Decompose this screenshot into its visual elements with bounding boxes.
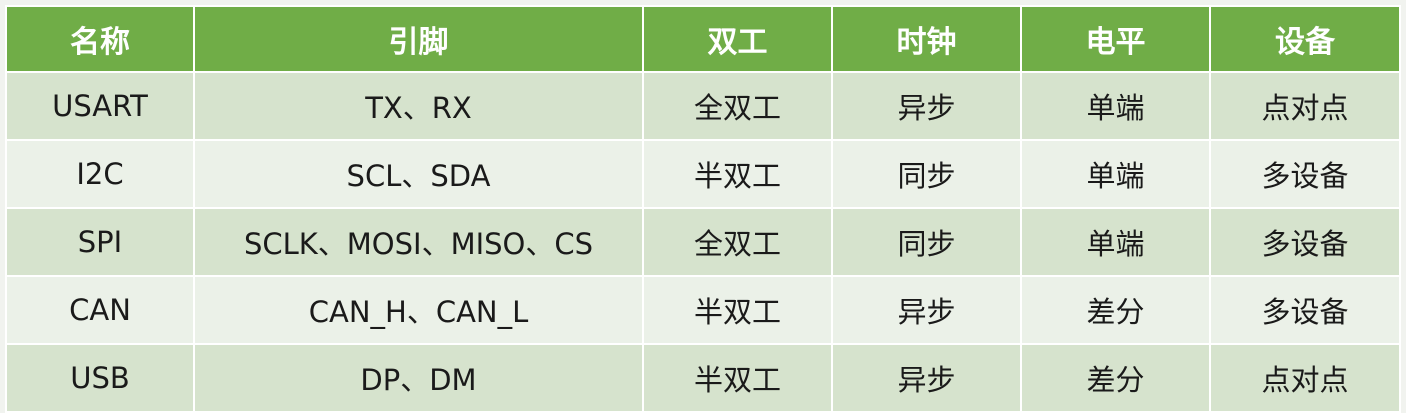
comparison-table-container: 名称 引脚 双工 时钟 电平 设备 USART TX、RX 全双工 异步 单端 …	[5, 5, 1401, 413]
cell-level: 差分	[1020, 343, 1211, 413]
cell-clock: 同步	[831, 207, 1022, 277]
cell-level: 单端	[1020, 71, 1211, 141]
cell-name: I2C	[5, 139, 195, 209]
table-header-row: 名称 引脚 双工 时钟 电平 设备	[5, 5, 1401, 73]
cell-pins: CAN_H、CAN_L	[193, 275, 644, 345]
header-name: 名称	[5, 5, 195, 73]
cell-duplex: 半双工	[642, 275, 833, 345]
cell-devices: 点对点	[1209, 343, 1401, 413]
cell-name: SPI	[5, 207, 195, 277]
cell-devices: 多设备	[1209, 207, 1401, 277]
cell-name: USB	[5, 343, 195, 413]
table-row: I2C SCL、SDA 半双工 同步 单端 多设备	[5, 139, 1401, 209]
cell-clock: 异步	[831, 343, 1022, 413]
cell-devices: 多设备	[1209, 139, 1401, 209]
cell-clock: 异步	[831, 275, 1022, 345]
cell-name: CAN	[5, 275, 195, 345]
cell-level: 差分	[1020, 275, 1211, 345]
cell-duplex: 全双工	[642, 207, 833, 277]
protocol-comparison-table: 名称 引脚 双工 时钟 电平 设备 USART TX、RX 全双工 异步 单端 …	[5, 5, 1401, 413]
cell-pins: SCLK、MOSI、MISO、CS	[193, 207, 644, 277]
cell-devices: 多设备	[1209, 275, 1401, 345]
cell-clock: 同步	[831, 139, 1022, 209]
cell-devices: 点对点	[1209, 71, 1401, 141]
cell-duplex: 全双工	[642, 71, 833, 141]
cell-duplex: 半双工	[642, 343, 833, 413]
cell-level: 单端	[1020, 207, 1211, 277]
cell-pins: SCL、SDA	[193, 139, 644, 209]
table-row: CAN CAN_H、CAN_L 半双工 异步 差分 多设备	[5, 275, 1401, 345]
cell-pins: DP、DM	[193, 343, 644, 413]
cell-pins: TX、RX	[193, 71, 644, 141]
header-level: 电平	[1020, 5, 1211, 73]
header-pins: 引脚	[193, 5, 644, 73]
table-row: SPI SCLK、MOSI、MISO、CS 全双工 同步 单端 多设备	[5, 207, 1401, 277]
header-clock: 时钟	[831, 5, 1022, 73]
cell-name: USART	[5, 71, 195, 141]
cell-duplex: 半双工	[642, 139, 833, 209]
cell-level: 单端	[1020, 139, 1211, 209]
header-duplex: 双工	[642, 5, 833, 73]
table-row: USART TX、RX 全双工 异步 单端 点对点	[5, 71, 1401, 141]
table-row: USB DP、DM 半双工 异步 差分 点对点	[5, 343, 1401, 413]
cell-clock: 异步	[831, 71, 1022, 141]
header-devices: 设备	[1209, 5, 1401, 73]
